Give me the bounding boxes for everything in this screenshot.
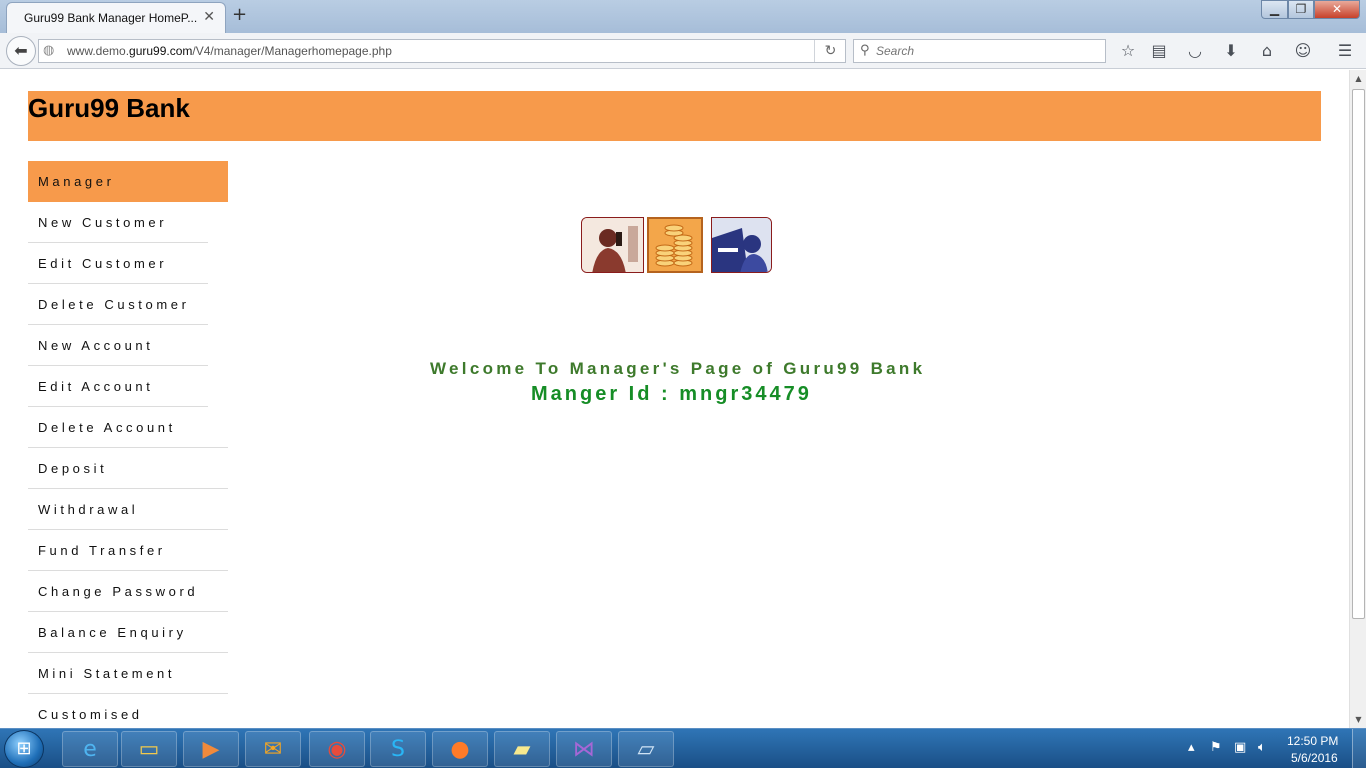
chrome-icon: ◉ [327,737,347,762]
url-prefix: www.demo. [67,44,130,58]
menu-item-balance-enquiry[interactable]: Balance Enquiry [28,612,228,653]
skype-icon: S [391,737,405,762]
show-hidden-icons-icon[interactable]: ▴ [1188,740,1195,755]
close-window-button[interactable]: ✕ [1314,0,1360,19]
manager-menu: Manager New Customer Edit Customer Delet… [28,161,228,728]
menu-item-customised[interactable]: Customised [28,694,228,728]
menu-item-new-account[interactable]: New Account [28,325,208,366]
start-button[interactable]: ⊞ [4,730,44,768]
back-button[interactable]: ⬅ [6,36,36,66]
network-icon[interactable]: ▣ [1234,740,1246,755]
firefox-taskbar-button[interactable]: ● [432,731,488,767]
visual-studio-icon: ⋈ [573,737,595,762]
tab-title: Guru99 Bank Manager HomeP... [24,11,198,25]
scroll-down-icon[interactable]: ▼ [1350,711,1366,728]
clock-time[interactable]: 12:50 PM [1287,734,1338,748]
search-icon: ⚲ [860,43,870,58]
close-icon: ✕ [1331,2,1343,16]
file-explorer-taskbar-button[interactable]: ▭ [121,731,177,767]
office-worker-image [711,217,772,273]
man-on-phone-image [581,217,644,273]
menu-item-change-password[interactable]: Change Password [28,571,228,612]
browser-tab[interactable]: Guru99 Bank Manager HomeP... ✕ [6,2,226,33]
menu-item-mini-statement[interactable]: Mini Statement [28,653,228,694]
browser-titlebar: Guru99 Bank Manager HomeP... ✕ + ▁ ❐ ✕ [0,0,1366,33]
back-arrow-icon: ⬅ [14,41,28,60]
internet-explorer-icon: e [83,737,97,762]
visual-studio-taskbar-button[interactable]: ⋈ [556,731,612,767]
internet-explorer-taskbar-button[interactable]: e [62,731,118,767]
minimize-button[interactable]: ▁ [1261,0,1288,19]
download-icon[interactable]: ⬇ [1220,40,1242,62]
action-center-flag-icon[interactable]: ⚑ [1210,740,1222,755]
search-input[interactable] [876,42,1096,60]
windows-taskbar: ⊞ e ▭ ▶ ✉ ◉ S ● ▰ ⋈ ▱ ▴ ⚑ ▣ 🔈︎ 12:50 PM … [0,728,1366,769]
menu-item-fund-transfer[interactable]: Fund Transfer [28,530,228,571]
chrome-taskbar-button[interactable]: ◉ [309,731,365,767]
firefox-icon: ● [450,737,470,762]
menu-item-manager[interactable]: Manager [28,161,228,202]
minimize-icon: ▁ [1269,2,1280,16]
bank-banner: Guru99 Bank [28,91,1321,141]
clock-date[interactable]: 5/6/2016 [1291,751,1338,765]
welcome-heading: Welcome To Manager's Page of Guru99 Bank [430,359,926,378]
folder-icon: ▭ [138,737,160,762]
system-tray: ▴ ⚑ ▣ 🔈︎ [1180,729,1300,769]
menu-item-delete-customer[interactable]: Delete Customer [28,284,208,325]
manager-id-text: Manger Id : mngr34479 [531,383,812,405]
skype-taskbar-button[interactable]: S [370,731,426,767]
reload-icon[interactable]: ↻ [814,40,846,62]
bank-title: Guru99 Bank [28,93,190,123]
pocket-icon[interactable]: ◡ [1184,40,1206,62]
page-scrollbar[interactable]: ▲ ▼ [1349,70,1366,728]
menu-item-edit-customer[interactable]: Edit Customer [28,243,208,284]
url-text[interactable]: www.demo.guru99.com/V4/manager/Managerho… [67,44,392,58]
menu-item-withdrawal[interactable]: Withdrawal [28,489,228,530]
notepad-taskbar-button[interactable]: ▱ [618,731,674,767]
sticky-notes-taskbar-button[interactable]: ▰ [494,731,550,767]
menu-hamburger-icon[interactable]: ☰ [1334,40,1356,62]
scroll-up-icon[interactable]: ▲ [1350,70,1366,87]
url-domain: guru99.com [129,44,193,58]
restore-icon: ❐ [1295,2,1307,16]
menu-item-delete-account[interactable]: Delete Account [28,407,228,448]
site-info-icon[interactable]: ◍ [43,43,54,58]
notepad-icon: ▱ [637,737,655,762]
show-desktop-button[interactable] [1352,729,1366,769]
home-icon[interactable]: ⌂ [1256,40,1278,62]
search-bar[interactable]: ⚲ [853,39,1106,63]
banking-images [580,213,773,275]
menu-item-edit-account[interactable]: Edit Account [28,366,208,407]
coins-stack-image [647,217,703,273]
volume-icon[interactable]: 🔈︎ [1258,740,1266,755]
media-player-icon: ▶ [202,737,220,762]
address-bar[interactable]: ◍ www.demo.guru99.com/V4/manager/Manager… [38,39,846,63]
outlook-taskbar-button[interactable]: ✉ [245,731,301,767]
url-path: /V4/manager/Managerhomepage.php [192,44,392,58]
sticky-notes-icon: ▰ [513,737,531,762]
menu-item-new-customer[interactable]: New Customer [28,202,208,243]
browser-navbar: ⬅ ◍ www.demo.guru99.com/V4/manager/Manag… [0,33,1366,69]
bookmark-star-icon[interactable]: ☆ [1117,40,1139,62]
page-content: Guru99 Bank Manager New Customer Edit Cu… [0,70,1349,728]
scrollbar-thumb[interactable] [1352,89,1365,619]
menu-item-deposit[interactable]: Deposit [28,448,228,489]
close-tab-icon[interactable]: ✕ [203,9,215,25]
windows-logo-icon: ⊞ [16,738,32,759]
reading-list-icon[interactable]: ▤ [1148,40,1170,62]
new-tab-icon[interactable]: + [232,4,247,25]
media-player-taskbar-button[interactable]: ▶ [183,731,239,767]
hello-chat-icon[interactable]: ☺ [1292,40,1314,62]
outlook-icon: ✉ [263,737,283,762]
maximize-button[interactable]: ❐ [1288,0,1314,19]
